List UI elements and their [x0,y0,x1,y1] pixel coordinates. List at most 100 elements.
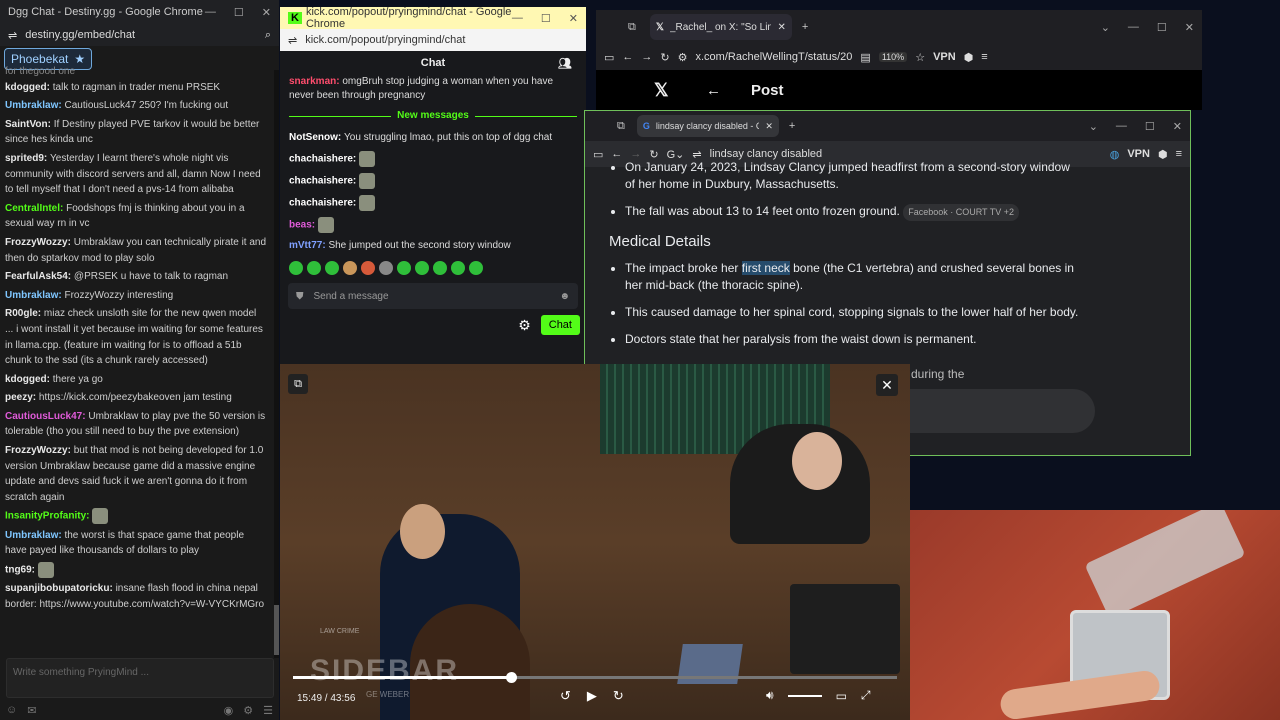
tab-list-icon[interactable]: ⧉ [628,21,636,34]
message-username[interactable]: FrozzyWozzy: [5,445,74,456]
minimize-icon[interactable]: — [1116,120,1127,133]
bookmark-icon[interactable]: ☆ [915,51,925,64]
users-icon[interactable]: 👥︎ [558,57,572,70]
emote[interactable] [415,261,429,275]
dgg-urlbar[interactable]: ⇌ destiny.gg/embed/chat ⌕ [0,24,279,46]
emote[interactable] [451,261,465,275]
settings-icon[interactable]: ⚙ [243,704,253,717]
emoji-icon[interactable]: ☺ [6,704,17,716]
new-tab-icon[interactable]: + [789,120,795,132]
new-tab-icon[interactable]: + [802,21,808,33]
globe-icon[interactable]: ◍ [1110,148,1120,161]
message-username[interactable]: chachaishere: [289,176,359,187]
message-username[interactable]: chachaishere: [289,198,359,209]
rewind-icon[interactable]: ↺ [560,688,571,704]
maximize-icon[interactable]: ☐ [234,6,244,19]
play-icon[interactable]: ▶ [587,688,597,704]
menu-icon[interactable]: ≡ [981,51,987,63]
vpn-indicator[interactable]: VPN [1127,148,1150,160]
source-chip[interactable]: Facebook · COURT TV +2 [903,204,1019,221]
zoom-level[interactable]: 110% [878,52,908,62]
forward-icon[interactable]: ↻ [613,688,624,704]
emote[interactable] [397,261,411,275]
message-username[interactable]: SaintVon: [5,119,54,130]
dgg-scrollbar[interactable] [274,70,279,658]
site-info-icon[interactable]: ⚙ [678,51,688,64]
message-username[interactable]: beas: [289,220,318,231]
message-username[interactable]: CentralIntel: [5,203,66,214]
reload-icon[interactable]: ↻ [660,51,669,64]
close-icon[interactable]: ✕ [262,6,271,19]
message-username[interactable]: FearfulAsk54: [5,271,74,282]
message-username[interactable]: FrozzyWozzy: [5,237,74,248]
close-icon[interactable]: ✕ [1173,120,1182,133]
message-username[interactable]: Umbraklaw: [5,530,64,541]
tab-list-icon[interactable]: ⧉ [617,120,625,133]
emote[interactable] [469,261,483,275]
message-username[interactable]: CautiousLuck47: [5,411,88,422]
message-username[interactable]: mVtt77: [289,240,328,251]
minimize-icon[interactable]: — [1128,21,1139,34]
close-icon[interactable]: ✕ [876,374,898,396]
kick-url[interactable]: kick.com/popout/pryingmind/chat [305,34,465,46]
back-arrow-icon[interactable]: ← [706,82,721,99]
back-icon[interactable]: ← [622,51,633,63]
follow-up-input[interactable] [885,389,1095,433]
emote[interactable] [433,261,447,275]
kick-message-input[interactable]: ⛊ Send a message ☻ [288,283,578,309]
tab-close-icon[interactable]: ✕ [765,121,773,132]
message-username[interactable]: InsanityProfanity: [5,511,92,522]
dgg-scroll-thumb[interactable] [274,605,279,655]
sidebar-icon[interactable]: ▭ [593,148,603,161]
message-username[interactable]: supanjibobupatoricku: [5,583,116,594]
message-username[interactable]: NotSenow: [289,132,344,143]
tab-dropdown-icon[interactable]: ⌄ [1089,120,1098,133]
volume-slider[interactable] [787,694,822,697]
maximize-icon[interactable]: ☐ [1145,120,1155,133]
tab-dropdown-icon[interactable]: ⌄ [1101,21,1110,34]
emote[interactable] [361,261,375,275]
close-icon[interactable]: ✕ [569,12,578,25]
extension-icon[interactable]: ⬢ [1158,148,1168,161]
eye-icon[interactable]: ◉ [224,704,234,717]
progress-bar[interactable] [293,676,897,679]
pip-icon[interactable]: ⧉ [288,374,308,394]
g-tab[interactable]: G lindsay clancy disabled - Googl ✕ [636,115,779,137]
zoom-icon[interactable]: ⌕ [265,29,271,42]
message-username[interactable]: Umbraklaw: [5,100,64,111]
captions-icon[interactable]: ▭ [836,689,847,703]
dgg-chat-input[interactable]: Write something PryingMind ... [6,658,274,698]
emote[interactable] [289,261,303,275]
whisper-icon[interactable]: ✉ [27,704,36,717]
x-tab[interactable]: 𝕏 _Rachel_ on X: "So Lindsay Clancy ✕ [649,14,792,40]
tune-icon[interactable]: ⇌ [288,34,297,47]
message-username[interactable]: Umbraklaw: [5,290,64,301]
video-player[interactable]: LAW CRIME SIDEBAR GE WEBER ⧉ ✕ 15:49 / 4… [280,364,910,720]
emote[interactable] [325,261,339,275]
maximize-icon[interactable]: ☐ [1157,21,1167,34]
forward-icon[interactable]: → [641,51,652,63]
minimize-icon[interactable]: — [512,12,523,25]
extension-icon[interactable]: ⬢ [964,51,974,64]
message-username[interactable]: R00gle: [5,308,44,319]
sidebar-icon[interactable]: ▭ [604,51,614,64]
message-username[interactable]: chachaishere: [289,154,359,165]
message-username[interactable]: peezy: [5,392,39,403]
x-url[interactable]: x.com/RachelWellingT/status/20 [696,51,853,63]
emote[interactable] [379,261,393,275]
x-urlbar[interactable]: ▭ ← → ↻ ⚙ x.com/RachelWellingT/status/20… [596,44,1202,70]
fullscreen-icon[interactable]: ⤢ [861,688,871,703]
message-username[interactable]: tng69: [5,565,38,576]
emoji-icon[interactable]: ☻ [559,291,570,302]
emote[interactable] [343,261,357,275]
menu-icon[interactable]: ≡ [1176,148,1182,160]
message-username[interactable]: sprited9: [5,153,50,164]
close-icon[interactable]: ✕ [1185,21,1194,34]
tune-icon[interactable]: ⇌ [8,29,17,42]
dgg-url[interactable]: destiny.gg/embed/chat [25,29,135,41]
message-username[interactable]: kdogged: [5,82,53,93]
x-logo-icon[interactable]: 𝕏 [654,80,669,101]
progress-knob[interactable] [506,672,518,683]
message-username[interactable]: kdogged: [5,374,53,385]
reader-icon[interactable]: ▤ [860,51,870,64]
